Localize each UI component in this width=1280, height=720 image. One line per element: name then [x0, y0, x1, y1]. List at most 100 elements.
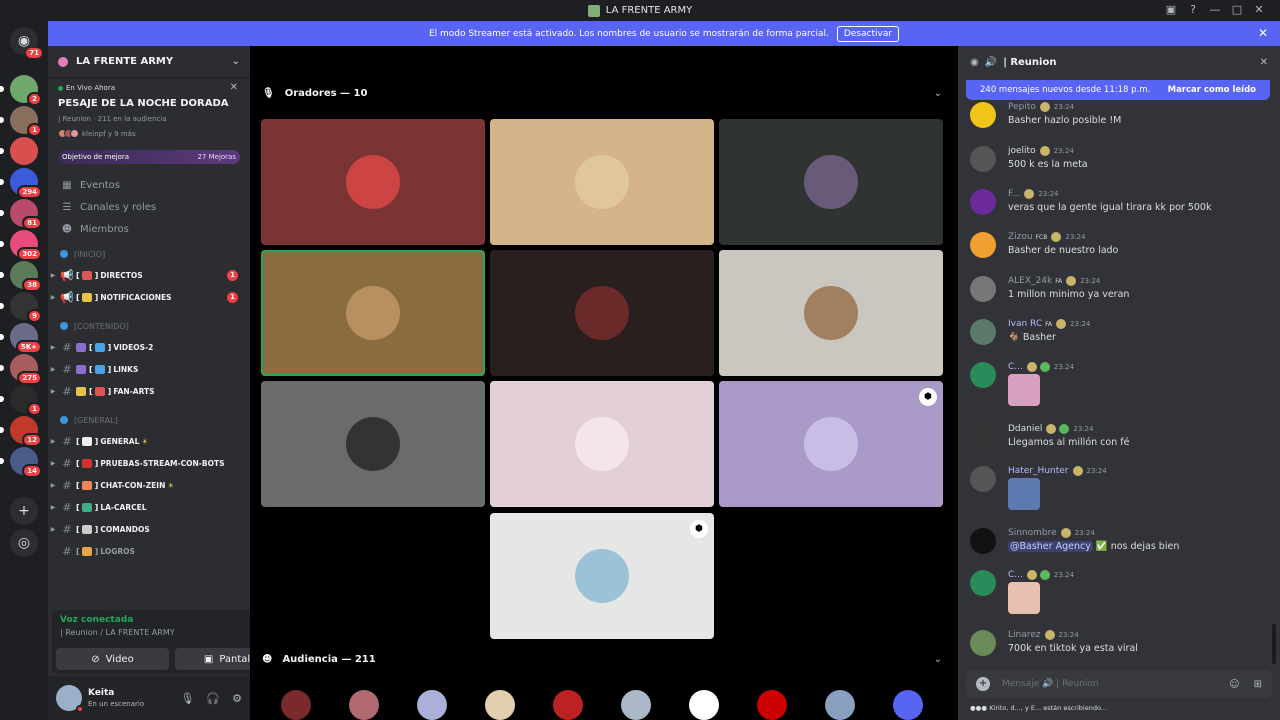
audience-header[interactable]: ☻ Audiencia — 211: [262, 654, 376, 665]
nav-channels-roles[interactable]: ☰ Canales y roles: [48, 196, 250, 218]
audience-avatar[interactable]: [893, 690, 923, 720]
audience-avatar[interactable]: [757, 690, 787, 720]
headphones-icon[interactable]: 🎧: [206, 692, 220, 705]
speaker-tile[interactable]: [261, 381, 485, 507]
channel-fanarts[interactable]: ▶ #[] FAN-ARTS: [48, 380, 250, 402]
server-header[interactable]: LA FRENTE ARMY ⌄: [48, 46, 250, 78]
avatar[interactable]: [970, 319, 996, 345]
message-author[interactable]: joelito: [1008, 146, 1036, 156]
avatar[interactable]: [970, 466, 996, 492]
channel-videos[interactable]: ▶ #[] VIDEOS-2: [48, 336, 250, 358]
avatar[interactable]: [970, 630, 996, 656]
audience-avatar[interactable]: [281, 690, 311, 720]
message-author[interactable]: Hater_Hunter: [1008, 466, 1069, 476]
avatar[interactable]: [970, 528, 996, 554]
avatar[interactable]: [970, 232, 996, 258]
sticker-image[interactable]: [1008, 582, 1040, 614]
message-author[interactable]: Ivan RC: [1008, 319, 1042, 329]
speaker-tile[interactable]: [490, 119, 714, 245]
channel-notificaciones[interactable]: ▶ 📢[] NOTIFICACIONES 1: [48, 286, 250, 308]
server-icon[interactable]: 14: [0, 447, 42, 478]
add-server-button[interactable]: +: [10, 497, 38, 525]
category-inicio[interactable]: [INICIO]: [48, 244, 250, 264]
channel-general[interactable]: ▶ #[] GENERAL ☀: [48, 430, 250, 452]
message-author[interactable]: Zizou: [1008, 232, 1033, 242]
server-icon[interactable]: 1: [0, 106, 42, 137]
close-icon[interactable]: ✕: [230, 82, 238, 93]
speaker-tile[interactable]: [490, 250, 714, 376]
category-contenido[interactable]: [CONTENIDO]: [48, 316, 250, 336]
deactivate-button[interactable]: Desactivar: [836, 25, 900, 42]
avatar[interactable]: [970, 146, 996, 172]
server-icon[interactable]: 275: [0, 354, 42, 385]
video-button[interactable]: ⊘ Video: [56, 648, 169, 670]
sticker-image[interactable]: [1008, 478, 1040, 510]
avatar[interactable]: [56, 685, 84, 713]
server-icon[interactable]: [0, 137, 38, 165]
message-author[interactable]: F...: [1008, 189, 1020, 199]
message-author[interactable]: C...: [1008, 570, 1023, 580]
chevron-down-icon[interactable]: ⌄: [934, 88, 942, 99]
speaker-tile[interactable]: [261, 250, 485, 376]
nav-members[interactable]: ☻ Miembros: [48, 218, 250, 240]
server-icon[interactable]: 1: [0, 385, 42, 416]
avatar[interactable]: [970, 189, 996, 215]
speaker-tile[interactable]: [490, 381, 714, 507]
chevron-down-icon[interactable]: ⌄: [934, 654, 942, 665]
gear-icon[interactable]: ⚙: [232, 692, 242, 705]
message-input[interactable]: + Mensaje 🔊 | Reunion ☺ ⊞: [966, 670, 1272, 698]
avatar[interactable]: [970, 424, 996, 450]
microphone-icon[interactable]: 🎙: [180, 692, 194, 705]
scrollbar[interactable]: [1272, 624, 1276, 664]
message-author[interactable]: C...: [1008, 362, 1023, 372]
server-icon[interactable]: 302: [0, 230, 42, 261]
minimize-button[interactable]: —: [1204, 3, 1226, 16]
speaker-tile[interactable]: [261, 119, 485, 245]
channel-directos[interactable]: ▶ 📢[] DIRECTOS 1: [48, 264, 250, 286]
category-general[interactable]: [GENERAL]: [48, 410, 250, 430]
message-author[interactable]: ALEX_24k: [1008, 276, 1052, 286]
channel-comandos[interactable]: ▶ #[] COMANDOS: [48, 518, 250, 540]
channel-logros[interactable]: #[] LOGROS: [48, 540, 250, 562]
audience-avatar[interactable]: [349, 690, 379, 720]
channel-links[interactable]: ▶ #[] LINKS: [48, 358, 250, 380]
speaker-tile[interactable]: ⬢: [490, 513, 714, 639]
server-icon[interactable]: 2: [0, 75, 42, 106]
message-author[interactable]: Sinnombre: [1008, 528, 1057, 538]
emoji-icon[interactable]: ☺: [1229, 679, 1239, 690]
speakers-header[interactable]: 🎙 Oradores — 10: [262, 88, 367, 99]
close-icon[interactable]: ✕: [1260, 57, 1268, 68]
maximize-button[interactable]: □: [1226, 3, 1248, 16]
speaker-tile[interactable]: [719, 119, 943, 245]
message-author[interactable]: Linarez: [1008, 630, 1041, 640]
gamepad-icon[interactable]: ⊞: [1254, 679, 1262, 690]
avatar[interactable]: [970, 570, 996, 596]
new-messages-bar[interactable]: 240 mensajes nuevos desde 11:18 p.m. Mar…: [966, 80, 1270, 100]
message-author[interactable]: Ddaniel: [1008, 424, 1042, 434]
avatar[interactable]: [970, 102, 996, 128]
server-icon[interactable]: 294: [0, 168, 42, 199]
close-icon[interactable]: ✕: [1258, 26, 1268, 40]
speaker-tile[interactable]: ⬢: [719, 381, 943, 507]
help-icon[interactable]: ?: [1182, 3, 1204, 16]
boost-goal-bar[interactable]: Objetivo de mejora 27 Mejoras: [58, 150, 240, 164]
server-icon[interactable]: 12: [0, 416, 42, 447]
channel-chatzein[interactable]: ▶ #[] CHAT-CON-ZEIN ☀: [48, 474, 250, 496]
close-window-button[interactable]: ✕: [1248, 3, 1270, 16]
home-button[interactable]: ◉ 71: [10, 27, 42, 58]
sticker-image[interactable]: [1008, 374, 1040, 406]
audience-avatar[interactable]: [485, 690, 515, 720]
user-mention[interactable]: @Basher Agency: [1008, 541, 1093, 552]
audience-avatar[interactable]: [621, 690, 651, 720]
server-icon[interactable]: 5K+: [0, 323, 42, 354]
channel-carcel[interactable]: ▶ #[] LA-CARCEL: [48, 496, 250, 518]
audience-avatar[interactable]: [553, 690, 583, 720]
channel-pruebas[interactable]: ▶ #[] PRUEBAS-STREAM-CON-BOTS: [48, 452, 250, 474]
server-icon[interactable]: 81: [0, 199, 42, 230]
speaker-tile[interactable]: [719, 250, 943, 376]
server-icon[interactable]: 38: [0, 261, 42, 292]
add-attachment-button[interactable]: +: [976, 677, 990, 691]
audience-avatar[interactable]: [825, 690, 855, 720]
message-author[interactable]: Pepito: [1008, 102, 1036, 112]
audience-avatar[interactable]: [689, 690, 719, 720]
